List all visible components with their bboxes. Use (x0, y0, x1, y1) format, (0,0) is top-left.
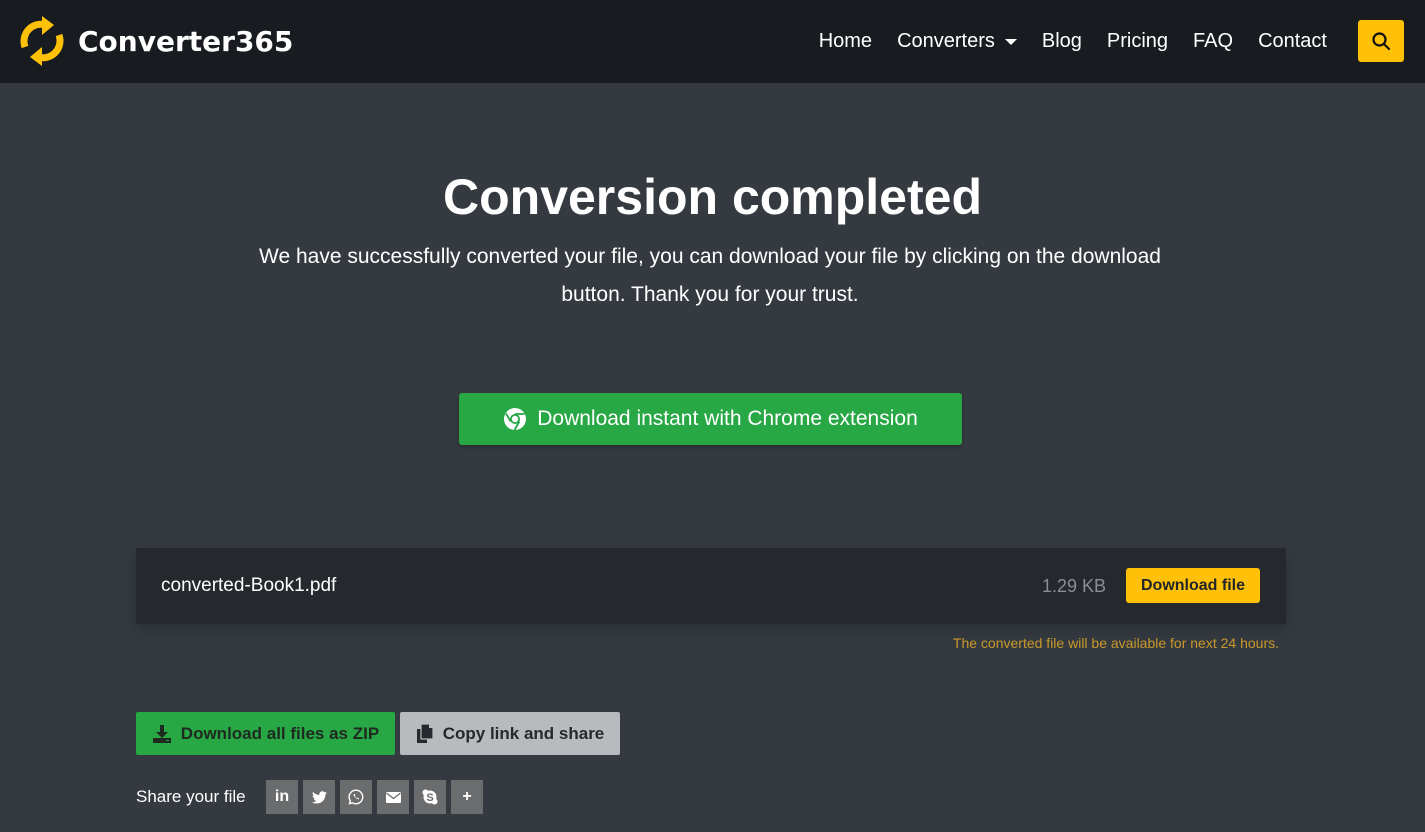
copy-icon (416, 723, 434, 743)
nav-converters[interactable]: Converters (897, 30, 1017, 53)
nav-faq[interactable]: FAQ (1193, 30, 1233, 53)
main-nav: Home Converters Blog Pricing FAQ Contact (794, 0, 1327, 83)
caret-down-icon (1004, 38, 1017, 45)
share-more-button[interactable]: + (451, 780, 483, 814)
file-size: 1.29 KB (1041, 576, 1106, 596)
brand-logo-link[interactable]: Converter365 (16, 15, 293, 67)
twitter-icon (311, 790, 327, 803)
nav-blog[interactable]: Blog (1042, 30, 1082, 53)
plus-icon: + (462, 788, 472, 805)
copy-link-button[interactable]: Copy link and share (400, 712, 620, 755)
share-whatsapp-button[interactable] (340, 780, 372, 814)
page-title: Conversion completed (443, 169, 982, 225)
nav-contact[interactable]: Contact (1258, 30, 1327, 53)
share-email-button[interactable] (377, 780, 409, 814)
brand-name: Converter365 (78, 24, 294, 58)
chrome-icon (504, 408, 527, 431)
page-subtitle: We have successfully converted your file… (259, 245, 1161, 306)
search-button[interactable] (1358, 20, 1404, 62)
copy-link-label: Copy link and share (442, 723, 605, 743)
nav-converters-label: Converters (897, 30, 995, 52)
file-row: converted-Book1.pdf 1.29 KB Download fil… (136, 548, 1286, 624)
download-file-button[interactable]: Download file (1126, 568, 1260, 603)
email-icon (385, 791, 401, 803)
share-label: Share your file (136, 787, 246, 806)
chrome-extension-button[interactable]: Download instant with Chrome extension (459, 393, 962, 445)
nav-pricing[interactable]: Pricing (1107, 30, 1168, 53)
download-icon (152, 724, 171, 743)
share-buttons: in S + (266, 780, 488, 814)
file-name: converted-Book1.pdf (161, 575, 337, 596)
whatsapp-icon (348, 789, 364, 805)
svg-text:S: S (426, 792, 433, 804)
linkedin-icon: in (274, 788, 290, 805)
availability-notice: The converted file will be available for… (952, 635, 1279, 651)
share-skype-button[interactable]: S (414, 780, 446, 814)
download-zip-button[interactable]: Download all files as ZIP (136, 712, 395, 755)
download-zip-label: Download all files as ZIP (180, 723, 380, 743)
search-icon (1372, 32, 1391, 51)
nav-home[interactable]: Home (819, 30, 872, 53)
share-linkedin-button[interactable]: in (266, 780, 298, 814)
sync-arrows-icon (20, 16, 64, 66)
share-twitter-button[interactable] (303, 780, 335, 814)
skype-icon: S (422, 789, 438, 805)
navbar: Converter365 Home Converters Blog Pricin… (0, 0, 1425, 83)
chrome-extension-label: Download instant with Chrome extension (537, 407, 918, 430)
